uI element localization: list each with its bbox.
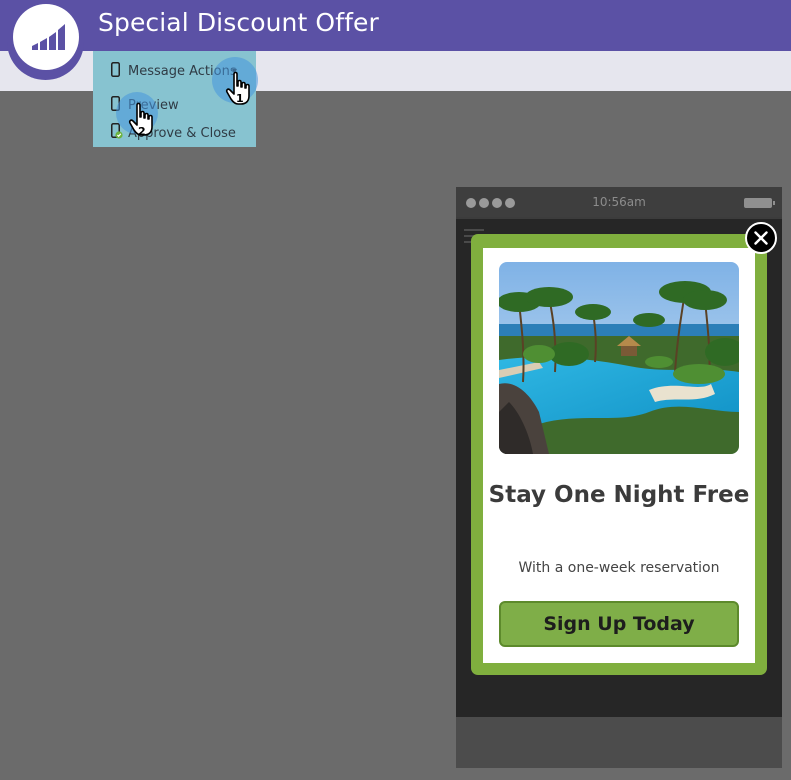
app-header: Special Discount Offer — [0, 0, 791, 51]
offer-subtitle: With a one-week reservation — [518, 560, 720, 576]
step-1-cursor: 1 — [212, 57, 260, 115]
sign-up-button[interactable]: Sign Up Today — [499, 601, 739, 647]
app-logo[interactable] — [7, 0, 84, 80]
resort-pool-image — [499, 262, 739, 454]
offer-title: Stay One Night Free — [488, 482, 750, 508]
battery-icon — [744, 198, 775, 208]
offer-modal-body: Stay One Night Free With a one-week rese… — [483, 248, 755, 663]
mobile-icon — [111, 61, 120, 81]
step-1-label: 1 — [236, 92, 244, 105]
close-icon[interactable] — [745, 222, 777, 254]
step-2-label: 2 — [138, 125, 146, 138]
step-2-cursor: 2 — [116, 92, 164, 148]
phone-status-bar: 10:56am — [456, 187, 782, 217]
offer-modal: Stay One Night Free With a one-week rese… — [471, 234, 767, 675]
marketo-bars-icon — [13, 4, 79, 70]
phone-bottom-bar — [456, 717, 782, 768]
page-title: Special Discount Offer — [98, 8, 379, 37]
phone-time: 10:56am — [592, 195, 646, 209]
